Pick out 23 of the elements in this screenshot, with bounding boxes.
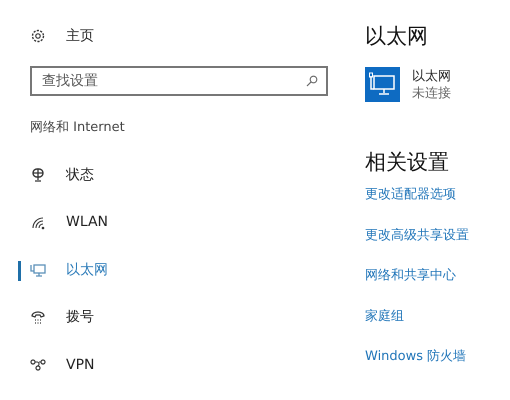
search-icon [306, 75, 318, 87]
section-heading: 相关设置 [365, 150, 450, 176]
vpn-icon [30, 357, 46, 374]
nav-item[interactable]: 以太网 [18, 246, 150, 294]
section-heading: 网络和 Internet [30, 119, 126, 137]
adapter-status: 未连接 [412, 84, 451, 102]
adapter-name: 以太网 [412, 68, 451, 85]
nav-item[interactable]: VPN [18, 342, 150, 389]
home-link[interactable]: 主页 [66, 26, 94, 46]
nav-item[interactable]: 状态 [18, 152, 150, 199]
page-title: 以太网 [365, 24, 429, 50]
wifi-icon [30, 214, 46, 231]
nav-item[interactable]: WLAN [18, 199, 150, 246]
settings-link[interactable]: 家庭组 [365, 306, 510, 348]
settings-icon [30, 28, 46, 44]
settings-link[interactable]: 更改高级共享设置 [365, 226, 510, 266]
settings-link[interactable]: 网络和共享中心 [365, 266, 510, 307]
search-field[interactable]: 查找设置 [30, 66, 328, 96]
settings-link[interactable]: Windows 防火墙 [365, 347, 510, 388]
phone-icon [30, 310, 46, 326]
settings-link[interactable]: 更改适配器选项 [365, 185, 510, 226]
ethernet-icon [30, 262, 46, 278]
nav-item[interactable]: 拨号 [18, 294, 150, 342]
